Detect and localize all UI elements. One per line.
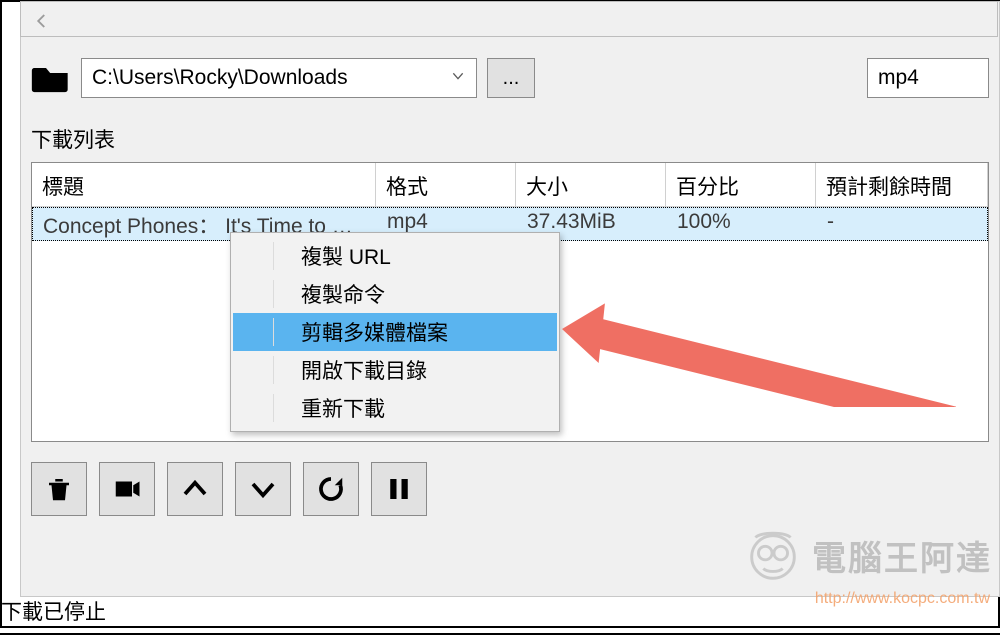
move-down-button[interactable] [235, 462, 291, 516]
format-combo[interactable]: mp4 [867, 58, 989, 98]
move-up-button[interactable] [167, 462, 223, 516]
ctx-open-folder[interactable]: 開啟下載目錄 [233, 351, 557, 389]
context-menu: 複製 URL 複製命令 剪輯多媒體檔案 開啟下載目錄 重新下載 [230, 232, 560, 432]
cell-eta: - [817, 208, 987, 240]
ctx-trim-media[interactable]: 剪輯多媒體檔案 [233, 313, 557, 351]
col-title[interactable]: 標題 [32, 163, 376, 207]
ctx-copy-url[interactable]: 複製 URL [233, 237, 557, 275]
folder-icon [31, 61, 71, 95]
pause-button[interactable] [371, 462, 427, 516]
ctx-copy-command[interactable]: 複製命令 [233, 275, 557, 313]
download-list-label: 下載列表 [31, 124, 115, 154]
watermark-logo-icon [742, 524, 804, 586]
delete-button[interactable] [31, 462, 87, 516]
top-strip [20, 1, 998, 37]
col-eta[interactable]: 預計剩餘時間 [816, 163, 988, 207]
col-size[interactable]: 大小 [516, 163, 666, 207]
browse-button[interactable]: ... [487, 58, 535, 98]
format-value: mp4 [878, 66, 919, 90]
download-path-combo[interactable]: C:\Users\Rocky\Downloads [81, 58, 477, 98]
cell-percent: 100% [667, 208, 817, 240]
watermark-url: http://www.kocpc.com.tw [815, 590, 990, 608]
refresh-button[interactable] [303, 462, 359, 516]
col-format[interactable]: 格式 [376, 163, 516, 207]
download-path-value: C:\Users\Rocky\Downloads [92, 66, 348, 90]
status-text: 下載已停止 [1, 596, 106, 626]
record-button[interactable] [99, 462, 155, 516]
browse-label: ... [503, 67, 520, 90]
watermark-text: 電腦王阿達 [812, 531, 992, 580]
chevron-down-icon [450, 66, 466, 90]
ctx-redownload[interactable]: 重新下載 [233, 389, 557, 427]
col-percent[interactable]: 百分比 [666, 163, 816, 207]
table-header: 標題 格式 大小 百分比 預計剩餘時間 [32, 163, 988, 207]
back-button[interactable] [29, 8, 55, 34]
watermark: 電腦王阿達 http://www.kocpc.com.tw [742, 524, 992, 586]
toolbar [31, 462, 989, 520]
